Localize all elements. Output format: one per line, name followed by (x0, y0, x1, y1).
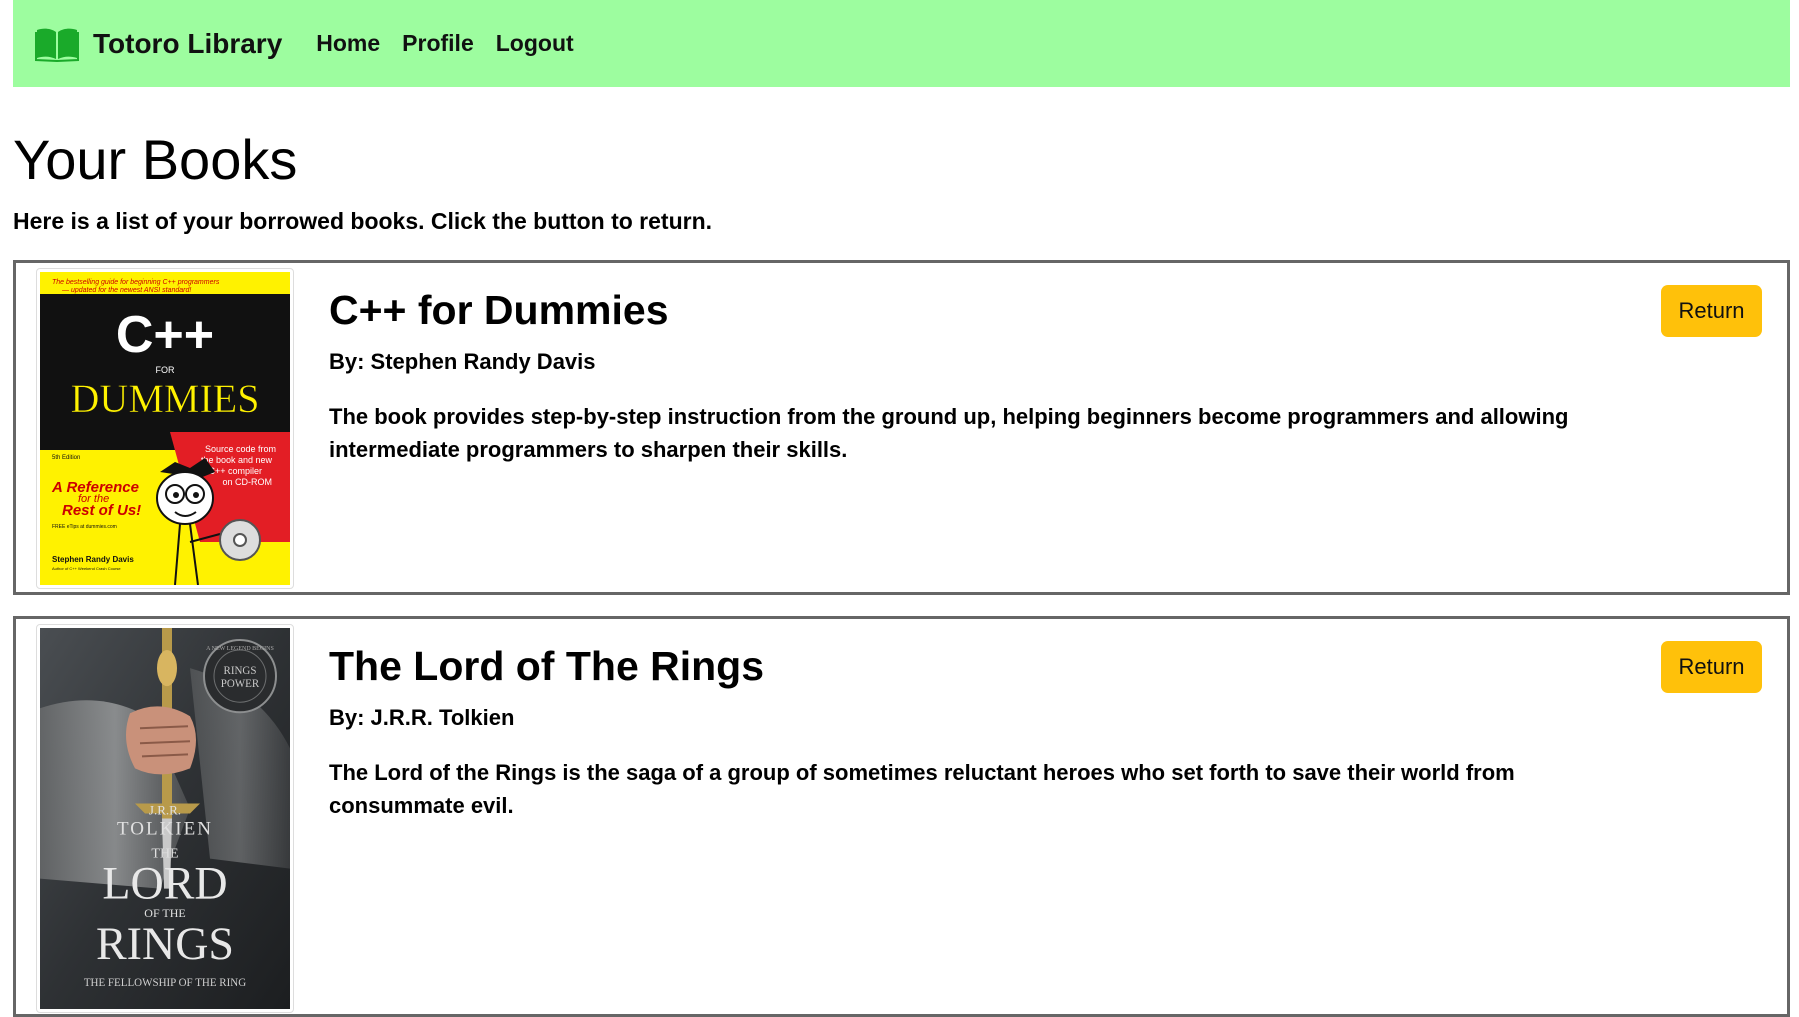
brand[interactable]: Totoro Library (35, 26, 282, 62)
book-cover: The bestselling guide for beginning C++ … (36, 268, 294, 589)
lotr-cover-image: RINGS POWER A NEW LEGEND BEGINS J.R.R. T… (40, 628, 290, 1009)
cover-author-initials: J.R.R. (149, 802, 181, 817)
nav-link-profile[interactable]: Profile (402, 30, 474, 57)
cover-ref-3: Rest of Us! (62, 502, 141, 519)
cover-title-cpp: C++ (116, 306, 214, 364)
cover-edition: 5th Edition (52, 455, 80, 461)
badge-arc-text: A NEW LEGEND BEGINS (206, 646, 274, 652)
book-title: The Lord of The Rings (329, 643, 765, 689)
cover-title-rings: RINGS (96, 918, 234, 969)
badge-text-1: RINGS (224, 665, 257, 677)
page-title: Your Books (13, 128, 298, 191)
cover-tips: FREE eTips at dummies.com (52, 524, 117, 530)
book-description: The Lord of the Rings is the saga of a g… (329, 760, 1515, 818)
book-cover: RINGS POWER A NEW LEGEND BEGINS J.R.R. T… (36, 624, 294, 1013)
cover-author: Stephen Randy Davis (52, 555, 134, 564)
cpp-dummies-cover-image: The bestselling guide for beginning C++ … (40, 272, 290, 585)
cover-title-dummies: DUMMIES (71, 376, 260, 421)
cover-cd-3: C++ compiler (208, 466, 262, 476)
return-button[interactable]: Return (1661, 285, 1762, 337)
book-author: By: J.R.R. Tolkien (329, 705, 515, 730)
nav-link-home[interactable]: Home (316, 30, 380, 57)
cover-cd-2: the book and new (201, 455, 273, 465)
book-icon (35, 26, 79, 62)
cover-author-sub: Author of C++ Weekend Crash Course (52, 566, 121, 571)
book-card: RINGS POWER A NEW LEGEND BEGINS J.R.R. T… (13, 616, 1790, 1017)
cover-cd-4: on CD-ROM (222, 477, 272, 487)
book-title: C++ for Dummies (329, 287, 669, 333)
book-description: The book provides step-by-step instructi… (329, 404, 1569, 462)
cover-tagline-1: The bestselling guide for beginning C++ … (52, 279, 220, 286)
cover-title-lord: LORD (102, 858, 227, 909)
rings-of-power-badge: RINGS POWER A NEW LEGEND BEGINS (203, 639, 277, 714)
cover-cd-1: Source code from (205, 444, 276, 454)
page-subtitle: Here is a list of your borrowed books. C… (13, 208, 713, 234)
cover-subtitle: THE FELLOWSHIP OF THE RING (84, 977, 246, 989)
cover-title-for: FOR (156, 365, 175, 375)
cover-author-name: TOLKIEN (117, 819, 213, 840)
navbar: Totoro Library Home Profile Logout (13, 0, 1790, 87)
badge-text-2: POWER (221, 678, 260, 690)
nav-link-logout[interactable]: Logout (496, 30, 574, 57)
cover-tagline-2: — updated for the newest ANSI standard! (61, 287, 191, 294)
book-author: By: Stephen Randy Davis (329, 349, 596, 374)
brand-name: Totoro Library (93, 27, 283, 59)
book-card: The bestselling guide for beginning C++ … (13, 260, 1790, 595)
hand-illustration (126, 706, 196, 775)
return-button[interactable]: Return (1661, 641, 1762, 693)
